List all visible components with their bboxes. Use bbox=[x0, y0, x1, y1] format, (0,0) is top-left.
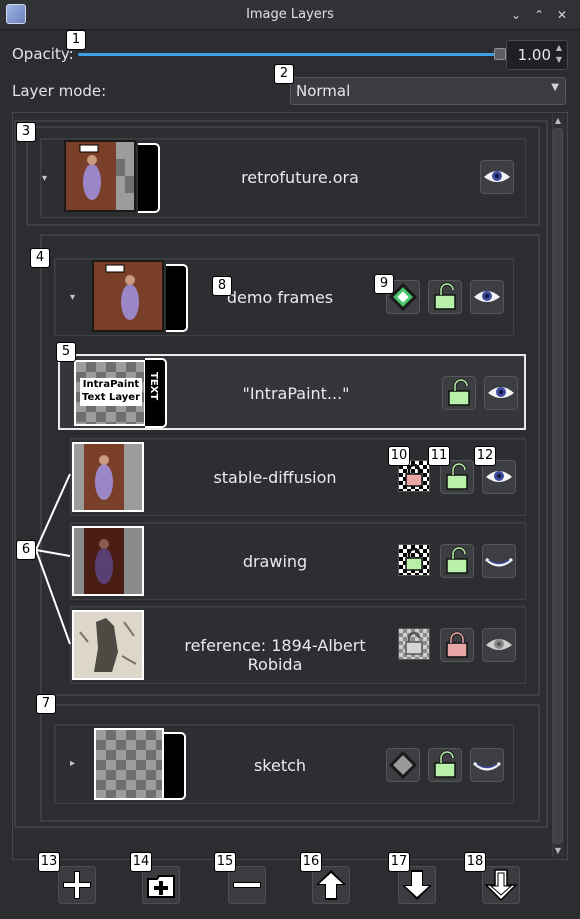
callout-badge: 15 bbox=[214, 852, 236, 872]
merge-down-button[interactable] bbox=[482, 866, 520, 904]
callout-badge: 11 bbox=[428, 446, 450, 466]
callout-badge: 6 bbox=[16, 540, 36, 560]
callout-badge: 10 bbox=[388, 446, 410, 466]
callout-badge: 17 bbox=[388, 852, 410, 872]
callout-badge: 1 bbox=[66, 30, 86, 50]
callout-badge: 18 bbox=[464, 852, 486, 872]
callout-badge: 13 bbox=[38, 852, 60, 872]
callout-badge: 12 bbox=[474, 446, 496, 466]
callout-badge: 2 bbox=[274, 64, 294, 84]
callout-badge: 7 bbox=[36, 694, 56, 714]
add-layer-button[interactable] bbox=[58, 866, 96, 904]
callout-badge: 16 bbox=[300, 852, 322, 872]
callout-badge: 3 bbox=[16, 122, 36, 142]
callout-badge: 4 bbox=[30, 248, 50, 268]
callout-badge: 5 bbox=[56, 342, 76, 362]
callout-badge: 8 bbox=[212, 276, 232, 296]
callout-badge: 9 bbox=[374, 274, 394, 294]
callout-badge: 14 bbox=[130, 852, 152, 872]
